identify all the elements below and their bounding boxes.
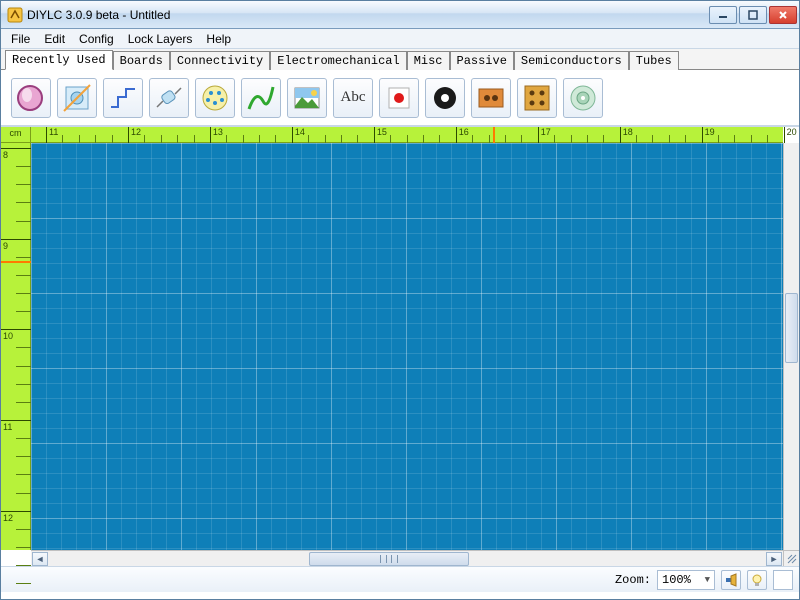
bulb-icon[interactable] [747,570,767,590]
ic-dip-tool[interactable] [195,78,235,118]
led-tool[interactable] [379,78,419,118]
tab-boards[interactable]: Boards [113,51,170,70]
workarea: cm 11121314151617181920 89101112 ◄ ► [1,126,799,566]
label-tool[interactable]: Abc [333,78,373,118]
menu-config[interactable]: Config [73,30,120,48]
cd-tool[interactable] [563,78,603,118]
tab-connectivity[interactable]: Connectivity [170,51,270,70]
tab-misc[interactable]: Misc [407,51,450,70]
scroll-right-button[interactable]: ► [766,552,782,566]
zoom-label: Zoom: [615,573,651,587]
window-buttons [709,6,797,24]
tab-passive[interactable]: Passive [450,51,514,70]
scrollbar-horizontal-track[interactable] [49,552,765,566]
canvas-viewport [31,143,783,550]
status-box[interactable] [773,570,793,590]
statusbar: Zoom: 100% ▼ [1,566,799,592]
label-tool-text: Abc [341,89,366,106]
window-title: DIYLC 3.0.9 beta - Untitled [27,8,709,22]
scrollbar-vertical-thumb[interactable] [785,293,798,363]
chevron-down-icon: ▼ [705,575,710,585]
zoom-select[interactable]: 100% ▼ [657,570,715,590]
resistor-tool[interactable] [149,78,189,118]
canvas-grid [31,143,783,550]
maximize-button[interactable] [739,6,767,24]
scrollbar-horizontal[interactable]: ◄ ► [31,550,783,566]
titlebar: DIYLC 3.0.9 beta - Untitled [1,1,799,29]
menu-help[interactable]: Help [200,30,237,48]
zoom-value: 100% [662,573,691,587]
turret-board-tool[interactable] [57,78,97,118]
menu-edit[interactable]: Edit [38,30,71,48]
scrollbar-vertical[interactable] [783,143,799,550]
resize-grip-icon [786,553,798,565]
app-icon [7,7,23,23]
menu-file[interactable]: File [5,30,36,48]
tab-semiconductors[interactable]: Semiconductors [514,51,629,70]
ruler-vertical[interactable]: 89101112 [1,143,31,550]
ruler-unit: cm [1,127,31,143]
announcement-icon[interactable] [721,570,741,590]
hookup-wire-tool[interactable] [241,78,281,118]
scroll-corner[interactable] [783,550,799,566]
menu-lock-layers[interactable]: Lock Layers [122,30,199,48]
solder-pad-tool[interactable] [11,78,51,118]
tool-palette: Abc [1,70,799,126]
component-tabs: Recently Used Boards Connectivity Electr… [1,49,799,70]
close-button[interactable] [769,6,797,24]
perfboard-tool[interactable] [471,78,511,118]
tab-electromechanical[interactable]: Electromechanical [270,51,406,70]
tab-tubes[interactable]: Tubes [629,51,679,70]
trace-tool[interactable] [103,78,143,118]
eyelet-tool[interactable] [425,78,465,118]
canvas[interactable] [31,143,783,550]
ruler-horizontal[interactable]: 11121314151617181920 [31,127,783,143]
breadboard-tool[interactable] [517,78,557,118]
image-tool[interactable] [287,78,327,118]
tab-recently-used[interactable]: Recently Used [5,50,113,70]
minimize-button[interactable] [709,6,737,24]
scrollbar-horizontal-thumb[interactable] [309,552,469,566]
scroll-left-button[interactable]: ◄ [32,552,48,566]
menubar: File Edit Config Lock Layers Help [1,29,799,49]
